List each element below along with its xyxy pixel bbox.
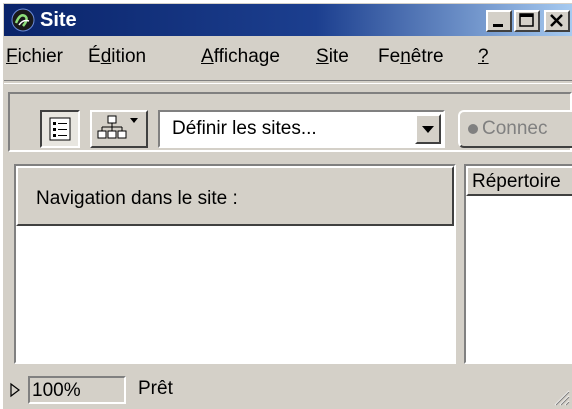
column-header-label: Répertoire <box>472 171 561 192</box>
site-map-icon <box>97 115 138 139</box>
menu-bar: Fichier Édition Affichage Site Fenêtre ? <box>4 36 572 76</box>
connect-button[interactable]: Connec <box>458 110 572 148</box>
menu-separator <box>4 80 572 84</box>
site-selector-value: Définir les sites... <box>172 118 317 139</box>
menu-affichage[interactable]: Affichage <box>201 46 280 68</box>
dreamweaver-app-icon[interactable] <box>11 8 35 32</box>
maximize-button[interactable] <box>514 10 540 32</box>
connect-label: Connec <box>482 118 548 139</box>
list-view-button[interactable] <box>40 110 80 148</box>
status-text: Prêt <box>138 378 173 399</box>
maximize-icon <box>519 13 534 27</box>
minimize-icon <box>493 24 503 27</box>
zoom-level-field[interactable]: 100% <box>28 376 126 404</box>
site-navigation-label: Navigation dans le site : <box>36 188 238 209</box>
zoom-level: 100% <box>32 380 81 401</box>
site-selector-dropdown-button[interactable] <box>415 114 441 144</box>
title-bar[interactable]: Site <box>4 4 572 36</box>
column-header-repertoire[interactable]: Répertoire <box>466 166 572 196</box>
window-frame-left <box>0 0 3 409</box>
menu-fenetre[interactable]: Fenêtre <box>378 46 444 68</box>
expand-arrow-icon[interactable] <box>8 382 22 398</box>
dropdown-arrow-icon <box>130 118 138 123</box>
menu-help[interactable]: ? <box>478 46 489 68</box>
app-window: Site Fichier Édition Affichage Site Fenê… <box>0 0 572 409</box>
dropdown-arrow-icon <box>422 126 434 133</box>
status-bar: 100% Prêt <box>4 368 572 409</box>
connect-status-icon <box>468 124 478 134</box>
window-title: Site <box>40 9 77 31</box>
resize-grip-icon[interactable] <box>552 388 570 406</box>
list-view-icon <box>49 117 71 141</box>
window-frame-top <box>0 0 572 3</box>
menu-edition[interactable]: Édition <box>88 46 146 68</box>
close-button[interactable] <box>544 10 570 32</box>
site-navigation-header: Navigation dans le site : <box>16 166 454 226</box>
menu-fichier[interactable]: Fichier <box>6 46 63 68</box>
site-map-button[interactable] <box>90 110 148 148</box>
close-icon <box>550 14 563 27</box>
menu-site[interactable]: Site <box>316 46 349 68</box>
minimize-button[interactable] <box>486 10 512 32</box>
site-navigation-pane[interactable]: Navigation dans le site : <box>14 164 456 364</box>
site-selector[interactable]: Définir les sites... <box>158 110 445 148</box>
local-files-pane[interactable]: Répertoire <box>464 164 572 364</box>
